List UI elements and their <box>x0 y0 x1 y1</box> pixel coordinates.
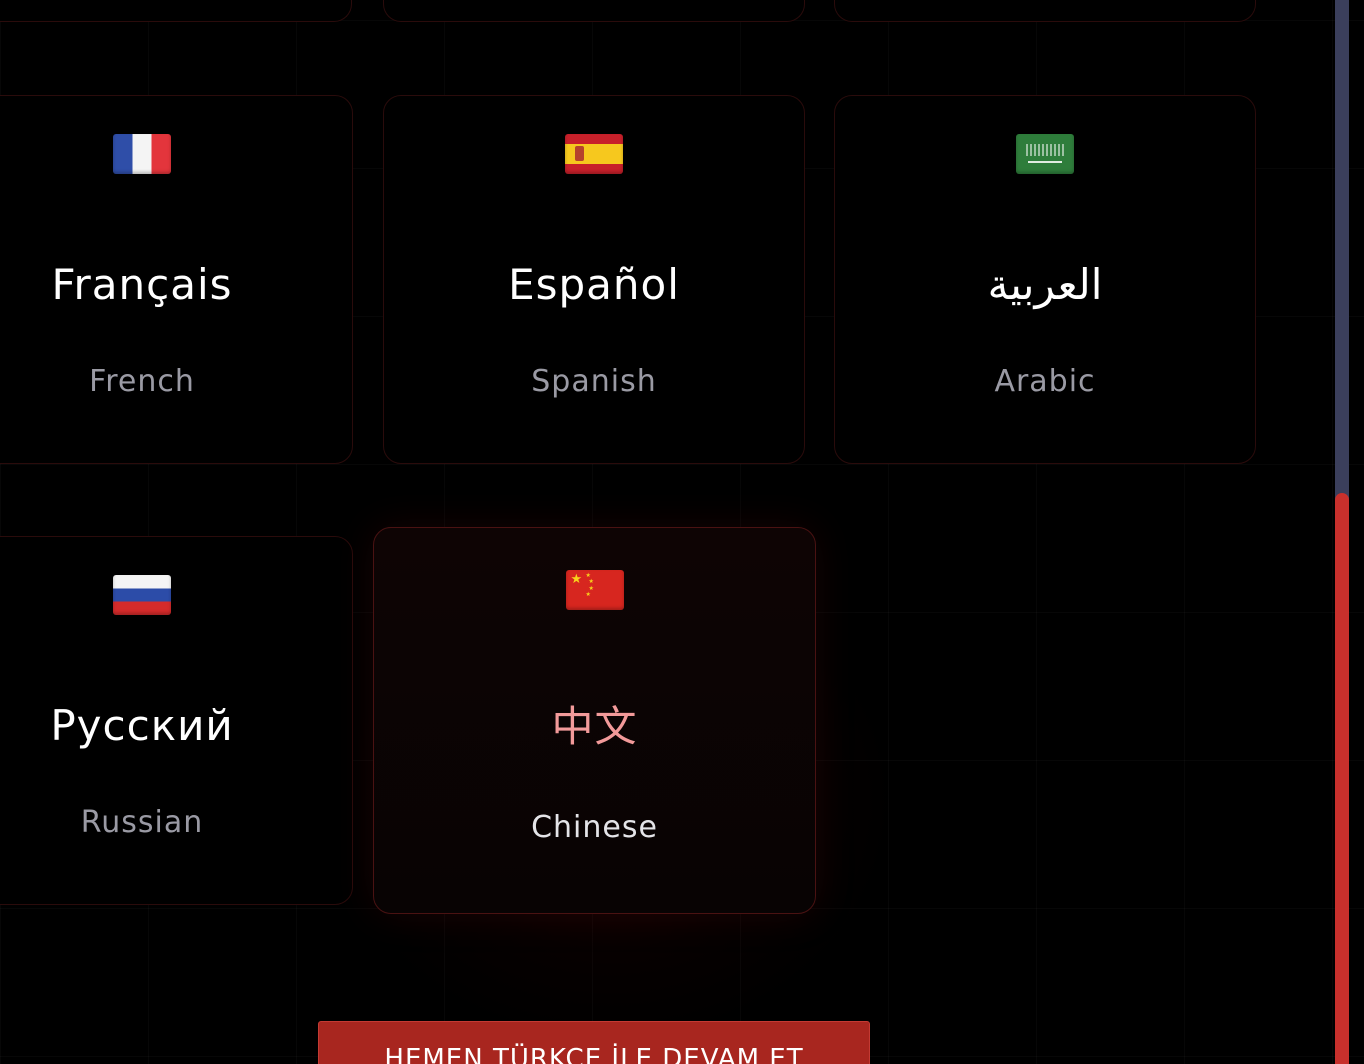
language-english-name: Chinese <box>531 810 658 845</box>
language-native-name: Français <box>51 260 233 309</box>
flag-russia-icon <box>113 575 171 615</box>
language-native-name: Русский <box>50 701 234 750</box>
language-card-russian[interactable]: Русский Russian <box>0 536 353 905</box>
flag-saudi-arabia-icon <box>1016 134 1074 174</box>
language-english-name: Arabic <box>994 364 1096 399</box>
language-english-name: Russian <box>80 805 204 840</box>
language-selection-page: Français French Español Spanish العربية … <box>0 0 1364 1064</box>
language-card-french[interactable]: Français French <box>0 95 353 464</box>
language-native-name: 中文 <box>551 702 638 751</box>
language-native-name: Español <box>508 260 680 309</box>
flag-spain-icon <box>565 134 623 174</box>
flag-china-icon: ★ ★ ★ ★ ★ <box>565 570 624 610</box>
language-english-name: French <box>89 364 195 399</box>
language-card-partial[interactable] <box>834 0 1256 22</box>
language-english-name: Spanish <box>531 364 657 399</box>
flag-france-icon <box>113 134 171 174</box>
language-native-name: العربية <box>987 260 1103 309</box>
continue-in-turkish-button[interactable]: HEMEN TÜRKÇE İLE DEVAM ET <box>318 1021 870 1064</box>
language-card-partial[interactable] <box>383 0 805 22</box>
language-card-partial[interactable] <box>0 0 352 22</box>
scrollbar-thumb[interactable] <box>1335 493 1349 1064</box>
language-card-spanish[interactable]: Español Spanish <box>383 95 805 464</box>
language-card-arabic[interactable]: العربية Arabic <box>834 95 1256 464</box>
language-card-chinese[interactable]: ★ ★ ★ ★ ★ 中文 Chinese <box>373 527 816 914</box>
